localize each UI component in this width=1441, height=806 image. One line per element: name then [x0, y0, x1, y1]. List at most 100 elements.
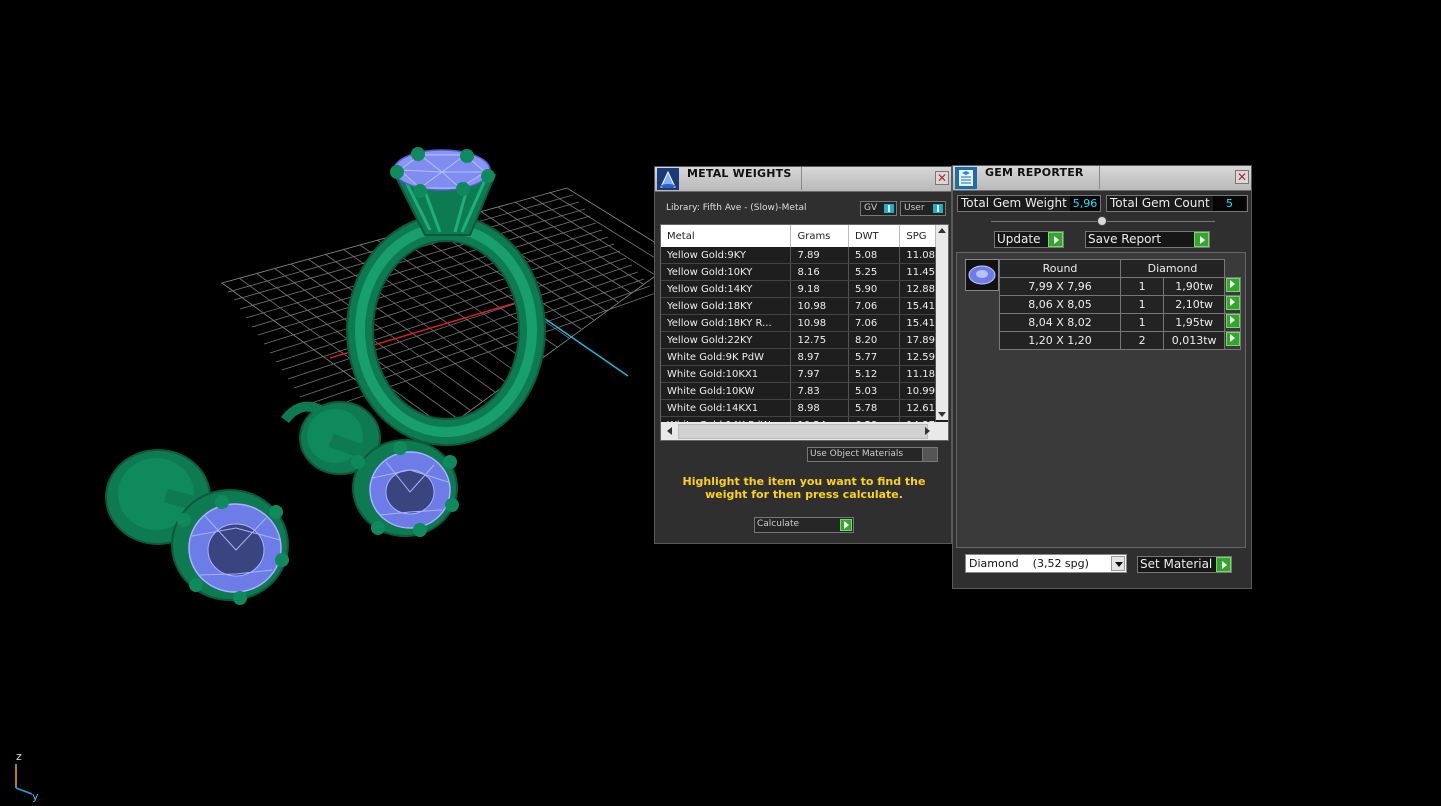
table-cell: 10.98 — [790, 314, 849, 332]
material-select[interactable]: Diamond (3,52 spg) — [965, 554, 1127, 573]
scroll-right-icon[interactable] — [925, 427, 930, 435]
gem-reporter-titlebar[interactable]: GEM REPORTER ✕ — [953, 166, 1251, 191]
table-row[interactable]: White Gold:10KX1 7.97 5.12 11.18 — [661, 365, 936, 383]
table-row[interactable]: White Gold:10KW 7.83 5.03 10.99 — [661, 382, 936, 400]
library-label: Library: Fifth Ave - (Slow)-Metal — [666, 203, 807, 213]
update-button[interactable]: Update — [994, 231, 1064, 248]
save-report-button[interactable]: Save Report — [1085, 231, 1210, 248]
table-cell: 12.61 — [899, 399, 936, 417]
table-cell: Yellow Gold:9KY — [661, 247, 792, 264]
metal-table[interactable]: Metal Grams DWT SPG Yellow Gold:9KY 7.89 5… — [660, 224, 949, 441]
table-cell: 15.41 — [899, 297, 936, 315]
axis-gizmo: z y — [15, 750, 39, 803]
table-cell: 5.90 — [848, 280, 901, 298]
column-header[interactable]: Metal — [661, 225, 792, 247]
scroll-up-icon[interactable] — [938, 228, 946, 233]
table-cell: 8.98 — [790, 399, 849, 417]
table-cell: 12.88 — [899, 280, 936, 298]
table-row[interactable]: White Gold:9K PdW 8.97 5.77 12.59 — [661, 348, 936, 366]
gem-size-cell: 1,20 X 1,20 — [999, 331, 1121, 350]
calculate-label: Calculate — [757, 519, 800, 529]
column-header[interactable]: Grams — [790, 225, 849, 247]
set-material-button[interactable]: Set Material — [1137, 556, 1232, 573]
save-report-label: Save Report — [1088, 232, 1162, 246]
table-row[interactable]: Yellow Gold:22KY 12.75 8.20 17.89 — [661, 331, 936, 349]
gv-toggle[interactable]: GV — [860, 201, 897, 216]
use-object-materials-toggle[interactable]: Use Object Materials — [807, 447, 938, 462]
total-weight-label: Total Gem Weight — [961, 196, 1067, 210]
user-toggle[interactable]: User — [900, 201, 946, 216]
horizontal-scrollbar[interactable] — [661, 422, 948, 440]
table-cell: Yellow Gold:10KY — [661, 263, 792, 281]
material-select-value: Diamond (3,52 spg) — [969, 557, 1089, 570]
table-cell: 5.77 — [848, 348, 901, 366]
table-cell: Yellow Gold:18KY R... — [661, 314, 792, 332]
gem-row-action[interactable] — [1224, 313, 1241, 332]
slider-handle[interactable] — [1097, 216, 1107, 226]
gem-table[interactable]: Round Diamond 7,99 X 7,96 1 1,90tw 8,06 X 8… — [999, 259, 1241, 350]
table-cell: 9.18 — [790, 280, 849, 298]
gem-count-cell: 1 — [1119, 295, 1165, 314]
gem-row[interactable]: 1,20 X 1,20 2 0,013tw — [999, 331, 1241, 350]
gem-row[interactable]: 8,06 X 8,05 1 2,10tw — [999, 295, 1241, 314]
table-cell: White Gold:10KX1 — [661, 365, 792, 383]
chevron-down-icon[interactable] — [1111, 556, 1125, 571]
metal-table-header: Metal Grams DWT SPG — [661, 225, 936, 247]
total-weight-group: Total Gem Weight 5,96 — [957, 195, 1101, 212]
table-cell: 11.08 — [899, 247, 936, 264]
play-arrow-icon — [840, 519, 852, 531]
scroll-down-icon[interactable] — [938, 412, 946, 417]
table-cell: 15.41 — [899, 314, 936, 332]
round-diamond-icon — [968, 265, 996, 285]
scroll-thumb[interactable] — [678, 424, 928, 439]
play-arrow-icon[interactable] — [1225, 314, 1240, 328]
table-cell: 10.99 — [899, 382, 936, 400]
table-row[interactable]: Yellow Gold:9KY 7.89 5.08 11.08 — [661, 247, 936, 264]
gem-shape-thumbnail[interactable] — [965, 259, 999, 291]
set-material-label: Set Material — [1140, 557, 1213, 571]
column-header[interactable]: SPG — [899, 225, 936, 247]
play-arrow-icon[interactable] — [1225, 278, 1240, 292]
table-row[interactable]: Yellow Gold:18KY R... 10.98 7.06 15.41 — [661, 314, 936, 332]
play-arrow-icon[interactable] — [1225, 296, 1240, 310]
scroll-left-icon[interactable] — [667, 427, 672, 435]
table-cell: Yellow Gold:22KY — [661, 331, 792, 349]
gem-count-cell: 1 — [1119, 313, 1165, 332]
y-axis-label: y — [32, 790, 39, 803]
table-cell: Yellow Gold:18KY — [661, 297, 792, 315]
gem-table-header: Round Diamond — [999, 259, 1241, 278]
gem-reporter-title: GEM REPORTER — [981, 166, 1100, 189]
table-row[interactable]: Yellow Gold:14KY 9.18 5.90 12.88 — [661, 280, 936, 298]
table-row[interactable]: Yellow Gold:18KY 10.98 7.06 15.41 — [661, 297, 936, 315]
table-cell: 5.08 — [848, 247, 901, 264]
gem-row[interactable]: 8,04 X 8,02 1 1,95tw — [999, 313, 1241, 332]
table-cell: 5.78 — [848, 399, 901, 417]
column-header: Diamond — [1120, 259, 1225, 278]
gem-weight-cell: 2,10tw — [1163, 295, 1225, 314]
toggle-circle-icon — [922, 448, 937, 461]
table-row[interactable]: White Gold:14KX1 8.98 5.78 12.61 — [661, 399, 936, 417]
column-header[interactable]: DWT — [848, 225, 901, 247]
metal-weights-title: METAL WEIGHTS — [683, 167, 802, 190]
column-header: Round — [999, 259, 1121, 278]
table-cell: White Gold:14KX1 — [661, 399, 792, 417]
gem-row-action[interactable] — [1224, 295, 1241, 314]
table-cell: 12.75 — [790, 331, 849, 349]
earring-left-model[interactable] — [105, 449, 289, 605]
calculate-button[interactable]: Calculate — [754, 517, 854, 533]
divider-slider[interactable] — [991, 216, 1215, 226]
close-icon[interactable]: ✕ — [935, 171, 949, 185]
gem-row-action[interactable] — [1224, 277, 1241, 296]
gem-list-area[interactable]: Round Diamond 7,99 X 7,96 1 1,90tw 8,06 X 8… — [956, 252, 1246, 548]
close-icon[interactable]: ✕ — [1235, 170, 1249, 184]
gem-row[interactable]: 7,99 X 7,96 1 1,90tw — [999, 277, 1241, 296]
update-label: Update — [997, 232, 1041, 246]
table-cell: Yellow Gold:14KY — [661, 280, 792, 298]
gem-row-action[interactable] — [1224, 331, 1241, 350]
table-row[interactable]: Yellow Gold:10KY 8.16 5.25 11.45 — [661, 263, 936, 281]
ring-model[interactable] — [346, 147, 546, 446]
vertical-scrollbar[interactable] — [936, 225, 948, 420]
play-arrow-icon[interactable] — [1225, 332, 1240, 346]
gem-report-icon — [955, 167, 977, 189]
metal-weights-titlebar[interactable]: METAL WEIGHTS ✕ — [655, 167, 951, 192]
